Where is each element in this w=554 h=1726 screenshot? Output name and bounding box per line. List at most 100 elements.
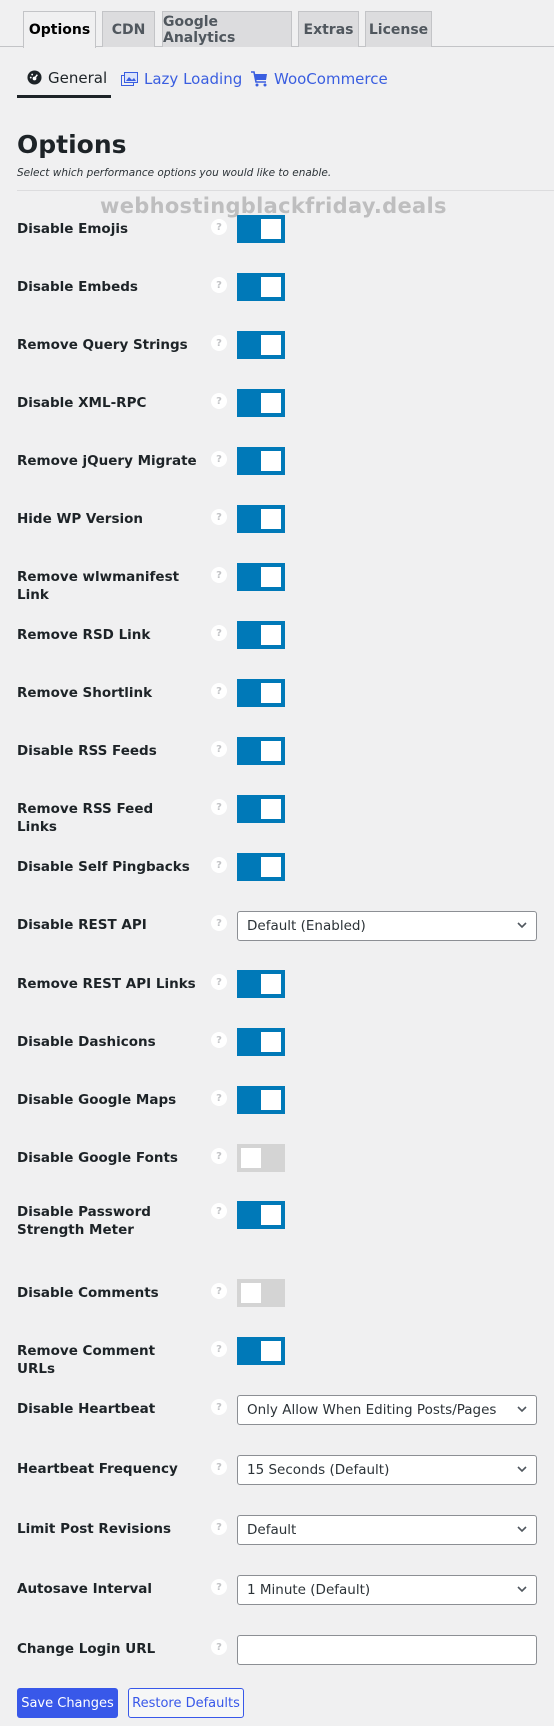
option-label: Disable Password Strength Meter <box>17 1204 151 1238</box>
help-icon[interactable]: ? <box>211 1459 227 1475</box>
option-select[interactable]: Default (Enabled) <box>237 911 537 941</box>
help-icon[interactable]: ? <box>211 915 227 931</box>
option-label: Disable RSS Feeds <box>17 743 157 759</box>
subtab-woocommerce-label: WooCommerce <box>274 70 388 88</box>
main-tabs: Options CDN Google Analytics Extras Lice… <box>0 0 554 48</box>
help-icon[interactable]: ? <box>211 1032 227 1048</box>
option-toggle[interactable] <box>237 970 285 998</box>
help-icon[interactable]: ? <box>211 1579 227 1595</box>
help-icon[interactable]: ? <box>211 857 227 873</box>
dashboard-icon <box>27 70 42 85</box>
option-toggle[interactable] <box>237 1337 285 1365</box>
tab-cdn[interactable]: CDN <box>102 11 155 47</box>
option-toggle[interactable] <box>237 331 285 359</box>
tab-license[interactable]: License <box>365 11 432 47</box>
page-subtitle: Select which performance options you wou… <box>17 167 332 179</box>
chevron-down-icon <box>517 922 527 929</box>
option-label: Disable REST API <box>17 917 147 933</box>
images-icon <box>121 71 138 87</box>
option-label: Remove Comment URLs <box>17 1343 156 1377</box>
option-toggle[interactable] <box>237 853 285 881</box>
option-label: Disable Dashicons <box>17 1034 156 1050</box>
toggle-knob <box>261 277 281 297</box>
help-icon[interactable]: ? <box>211 277 227 293</box>
help-icon[interactable]: ? <box>211 451 227 467</box>
option-label: Remove RSD Link <box>17 627 151 643</box>
toggle-knob <box>261 625 281 645</box>
tab-extras[interactable]: Extras <box>298 11 359 47</box>
option-label: Disable Google Maps <box>17 1092 177 1108</box>
toggle-knob <box>261 219 281 239</box>
help-icon[interactable]: ? <box>211 393 227 409</box>
help-icon[interactable]: ? <box>211 1341 227 1357</box>
option-toggle[interactable] <box>237 447 285 475</box>
toggle-knob <box>261 393 281 413</box>
subtab-woocommerce[interactable]: WooCommerce <box>251 60 388 98</box>
toggle-knob <box>261 1032 281 1052</box>
cart-icon <box>251 71 268 87</box>
help-icon[interactable]: ? <box>211 974 227 990</box>
subtab-general[interactable]: General <box>17 60 111 98</box>
option-toggle[interactable] <box>237 1279 285 1307</box>
help-icon[interactable]: ? <box>211 1283 227 1299</box>
option-label: Remove RSS Feed Links <box>17 801 154 835</box>
help-icon[interactable]: ? <box>211 1399 227 1415</box>
option-select[interactable]: Default <box>237 1515 537 1545</box>
toggle-knob <box>261 1341 281 1361</box>
help-icon[interactable]: ? <box>211 219 227 235</box>
help-icon[interactable]: ? <box>211 567 227 583</box>
toggle-knob <box>261 509 281 529</box>
page-title: Options <box>17 130 127 159</box>
help-icon[interactable]: ? <box>211 1203 227 1219</box>
option-toggle[interactable] <box>237 1201 285 1229</box>
help-icon[interactable]: ? <box>211 1090 227 1106</box>
option-toggle[interactable] <box>237 389 285 417</box>
option-toggle[interactable] <box>237 795 285 823</box>
option-toggle[interactable] <box>237 1086 285 1114</box>
tab-google-analytics[interactable]: Google Analytics <box>162 11 292 47</box>
option-select[interactable]: 1 Minute (Default) <box>237 1575 537 1605</box>
option-toggle[interactable] <box>237 737 285 765</box>
select-value: 1 Minute (Default) <box>247 1582 371 1598</box>
tab-options[interactable]: Options <box>23 11 96 48</box>
help-icon[interactable]: ? <box>211 799 227 815</box>
option-select[interactable]: 15 Seconds (Default) <box>237 1455 537 1485</box>
help-icon[interactable]: ? <box>211 741 227 757</box>
option-label: Remove jQuery Migrate <box>17 453 197 469</box>
help-icon[interactable]: ? <box>211 1639 227 1655</box>
option-label: Disable XML-RPC <box>17 395 147 411</box>
toggle-knob <box>241 1148 261 1168</box>
restore-defaults-button[interactable]: Restore Defaults <box>128 1688 244 1718</box>
toggle-knob <box>261 974 281 994</box>
option-label: Autosave Interval <box>17 1581 153 1597</box>
help-icon[interactable]: ? <box>211 1148 227 1164</box>
select-value: Default <box>247 1522 297 1538</box>
option-toggle[interactable] <box>237 1144 285 1172</box>
login-url-input[interactable] <box>237 1635 537 1665</box>
help-icon[interactable]: ? <box>211 683 227 699</box>
help-icon[interactable]: ? <box>211 509 227 525</box>
option-label: Disable Heartbeat <box>17 1401 156 1417</box>
help-icon[interactable]: ? <box>211 625 227 641</box>
option-select[interactable]: Only Allow When Editing Posts/Pages <box>237 1395 537 1425</box>
option-toggle[interactable] <box>237 563 285 591</box>
option-toggle[interactable] <box>237 679 285 707</box>
toggle-knob <box>261 567 281 587</box>
toggle-knob <box>261 741 281 761</box>
option-toggle[interactable] <box>237 1028 285 1056</box>
help-icon[interactable]: ? <box>211 335 227 351</box>
option-toggle[interactable] <box>237 505 285 533</box>
save-changes-button[interactable]: Save Changes <box>17 1688 118 1718</box>
option-toggle[interactable] <box>237 215 285 243</box>
option-label: Disable Emojis <box>17 221 128 237</box>
option-label: Change Login URL <box>17 1641 156 1657</box>
chevron-down-icon <box>517 1466 527 1473</box>
chevron-down-icon <box>517 1406 527 1413</box>
option-toggle[interactable] <box>237 621 285 649</box>
toggle-knob <box>261 799 281 819</box>
option-toggle[interactable] <box>237 273 285 301</box>
help-icon[interactable]: ? <box>211 1519 227 1535</box>
subtab-lazy-loading[interactable]: Lazy Loading <box>121 60 242 98</box>
toggle-knob <box>261 1205 281 1225</box>
toggle-knob <box>261 451 281 471</box>
